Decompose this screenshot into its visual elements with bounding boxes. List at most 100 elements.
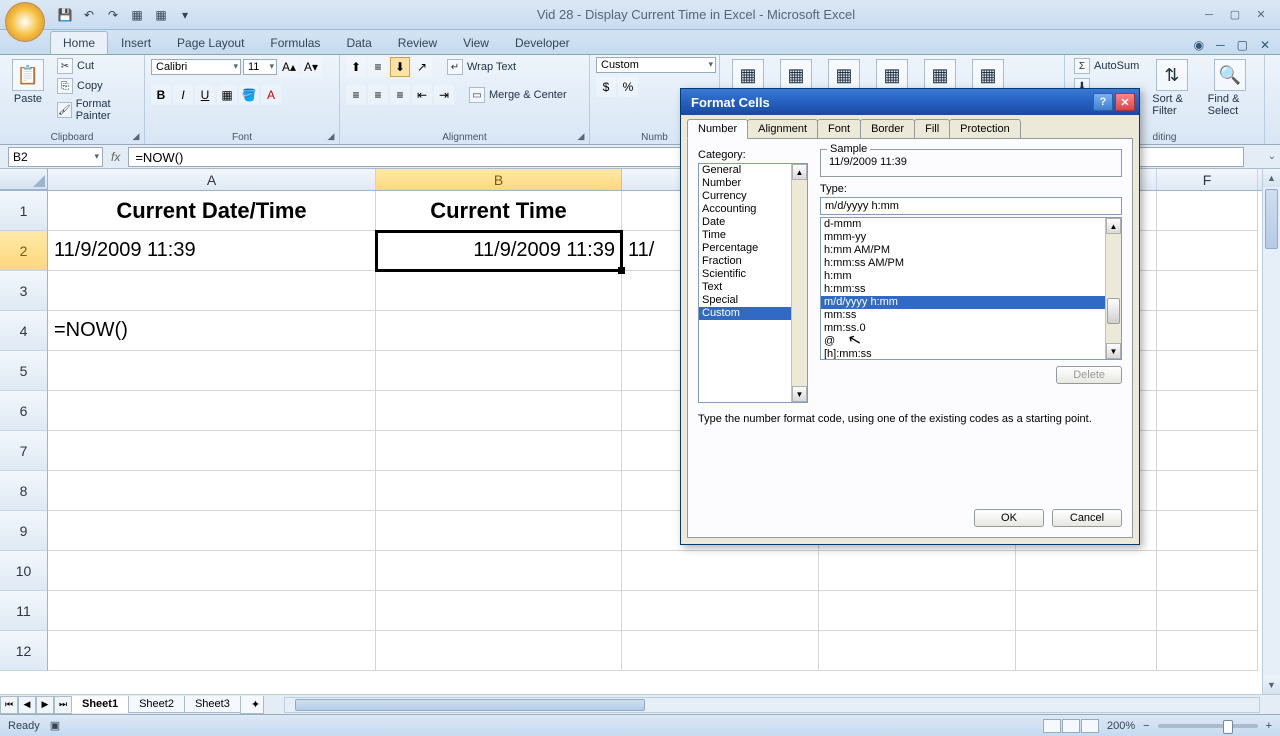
cell-d11[interactable] — [819, 591, 1016, 631]
font-size-combo[interactable]: 11 — [243, 59, 277, 75]
cell-b9[interactable] — [376, 511, 622, 551]
type-input[interactable] — [820, 197, 1122, 215]
cell-b3[interactable] — [376, 271, 622, 311]
scroll-up-icon[interactable]: ▲ — [1263, 169, 1280, 187]
formula-bar-expand[interactable]: ⌄ — [1264, 151, 1280, 162]
cell-a2[interactable]: 11/9/2009 11:39 — [48, 231, 376, 271]
row-header[interactable]: 8 — [0, 471, 48, 511]
cell-f12[interactable] — [1157, 631, 1258, 671]
tab-view[interactable]: View — [450, 31, 502, 54]
scroll-thumb[interactable] — [1107, 298, 1120, 324]
cell-f1[interactable] — [1157, 191, 1258, 231]
format-painter-button[interactable]: 🖌Format Painter — [54, 97, 138, 123]
cell-f3[interactable] — [1157, 271, 1258, 311]
hscroll-thumb[interactable] — [295, 699, 645, 711]
cell-f2[interactable] — [1157, 231, 1258, 271]
cell-a6[interactable] — [48, 391, 376, 431]
zoom-in-button[interactable]: + — [1266, 720, 1272, 732]
align-left-button[interactable]: ≡ — [346, 85, 366, 105]
row-header[interactable]: 7 — [0, 431, 48, 471]
scroll-down-icon[interactable]: ▼ — [1263, 676, 1280, 694]
zoom-level[interactable]: 200% — [1107, 720, 1135, 732]
cell-f10[interactable] — [1157, 551, 1258, 591]
align-top-button[interactable]: ⬆ — [346, 57, 366, 77]
dlg-tab-protection[interactable]: Protection — [949, 119, 1021, 138]
scroll-down-icon[interactable]: ▼ — [1106, 343, 1121, 359]
zoom-slider[interactable] — [1158, 724, 1258, 728]
fx-label[interactable]: fx — [103, 150, 128, 164]
ribbon-minimize-icon[interactable]: ─ — [1212, 36, 1229, 54]
cell-a8[interactable] — [48, 471, 376, 511]
percent-button[interactable]: % — [618, 77, 638, 97]
type-item[interactable]: mm:ss.0 — [821, 322, 1121, 335]
office-button[interactable] — [5, 2, 45, 42]
dlg-tab-border[interactable]: Border — [860, 119, 915, 138]
align-middle-button[interactable]: ≡ — [368, 57, 388, 77]
help-icon[interactable]: ◉ — [1190, 36, 1208, 54]
row-header[interactable]: 1 — [0, 191, 48, 231]
row-header[interactable]: 6 — [0, 391, 48, 431]
sheet-tab-3[interactable]: Sheet3 — [184, 696, 241, 713]
cell-b2[interactable]: 11/9/2009 11:39 — [376, 231, 622, 271]
italic-button[interactable]: I — [173, 85, 193, 105]
scroll-down-icon[interactable]: ▼ — [792, 386, 807, 402]
type-item[interactable]: m/d/yyyy h:mm — [821, 296, 1121, 309]
cell-b10[interactable] — [376, 551, 622, 591]
alignment-launcher[interactable]: ◢ — [575, 130, 587, 142]
cancel-button[interactable]: Cancel — [1052, 509, 1122, 527]
row-header[interactable]: 5 — [0, 351, 48, 391]
shrink-font-button[interactable]: A▾ — [301, 57, 321, 77]
close-button[interactable]: ✕ — [1249, 6, 1273, 24]
scroll-thumb[interactable] — [1265, 189, 1278, 249]
cell-c11[interactable] — [622, 591, 819, 631]
cell-d12[interactable] — [819, 631, 1016, 671]
cell-b12[interactable] — [376, 631, 622, 671]
cell-a4[interactable]: =NOW() — [48, 311, 376, 351]
number-format-combo[interactable]: Custom — [596, 57, 716, 73]
row-header[interactable]: 4 — [0, 311, 48, 351]
row-header[interactable]: 12 — [0, 631, 48, 671]
dialog-close-button[interactable]: ✕ — [1115, 93, 1135, 111]
cell-e12[interactable] — [1016, 631, 1157, 671]
type-item[interactable]: mmm-yy — [821, 231, 1121, 244]
type-item[interactable]: h:mm AM/PM — [821, 244, 1121, 257]
row-header[interactable]: 11 — [0, 591, 48, 631]
type-item[interactable]: h:mm — [821, 270, 1121, 283]
delete-format-button[interactable]: Delete — [1056, 366, 1122, 384]
underline-button[interactable]: U — [195, 85, 215, 105]
col-header-f[interactable]: F — [1157, 169, 1258, 190]
cell-b4[interactable] — [376, 311, 622, 351]
align-right-button[interactable]: ≡ — [390, 85, 410, 105]
dlg-tab-number[interactable]: Number — [687, 119, 748, 139]
tab-insert[interactable]: Insert — [108, 31, 164, 54]
autosum-button[interactable]: ΣAutoSum — [1071, 57, 1142, 75]
sheet-nav-last[interactable]: ⏭ — [54, 696, 72, 714]
row-header[interactable]: 9 — [0, 511, 48, 551]
tab-page-layout[interactable]: Page Layout — [164, 31, 257, 54]
cut-button[interactable]: ✂Cut — [54, 57, 138, 75]
tab-formulas[interactable]: Formulas — [257, 31, 333, 54]
minimize-button[interactable]: ─ — [1197, 6, 1221, 24]
new-sheet-button[interactable]: ✦ — [240, 696, 264, 714]
increase-indent-button[interactable]: ⇥ — [434, 85, 454, 105]
cell-f6[interactable] — [1157, 391, 1258, 431]
row-header[interactable]: 3 — [0, 271, 48, 311]
cell-c12[interactable] — [622, 631, 819, 671]
cell-a10[interactable] — [48, 551, 376, 591]
tab-home[interactable]: Home — [50, 31, 108, 54]
row-header[interactable]: 2 — [0, 231, 48, 271]
name-box[interactable]: B2 — [8, 147, 103, 167]
clipboard-launcher[interactable]: ◢ — [130, 130, 142, 142]
cell-f7[interactable] — [1157, 431, 1258, 471]
cell-f5[interactable] — [1157, 351, 1258, 391]
font-launcher[interactable]: ◢ — [325, 130, 337, 142]
type-item[interactable]: @ — [821, 335, 1121, 348]
qat-more-icon[interactable]: ▾ — [175, 5, 195, 25]
view-break-button[interactable] — [1081, 719, 1099, 733]
type-item[interactable]: d-mmm — [821, 218, 1121, 231]
redo-icon[interactable]: ↷ — [103, 5, 123, 25]
font-color-button[interactable]: A — [261, 85, 281, 105]
cell-e10[interactable] — [1016, 551, 1157, 591]
border-button[interactable]: ▦ — [217, 85, 237, 105]
paste-button[interactable]: 📋Paste — [6, 57, 50, 107]
